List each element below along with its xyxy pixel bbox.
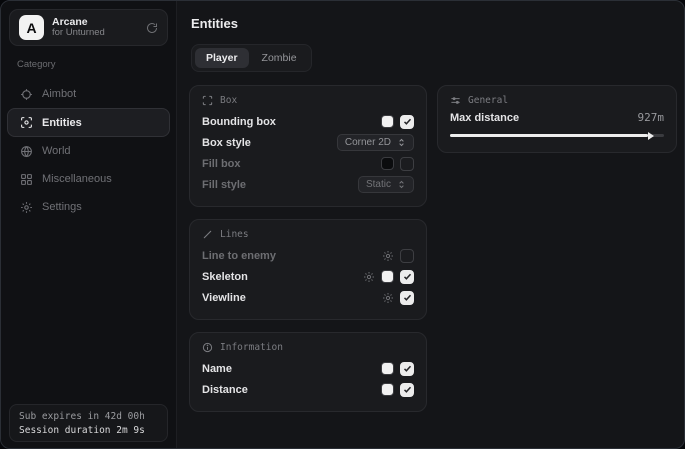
box-style-label: Box style [202,137,251,149]
information-panel: Information Name Distance [189,332,427,412]
bounding-box-color-swatch[interactable] [381,115,394,128]
fill-box-label: Fill box [202,158,241,170]
name-checkbox[interactable] [400,362,414,376]
tab-player[interactable]: Player [195,48,249,68]
crosshair-icon [20,88,33,101]
skeleton-row: Skeleton [202,266,414,287]
name-color-swatch[interactable] [381,362,394,375]
info-icon [202,342,213,353]
left-column: Box Bounding box Box style [189,85,427,412]
viewline-checkbox[interactable] [400,291,414,305]
distance-color-swatch[interactable] [381,383,394,396]
line-to-enemy-checkbox[interactable] [400,249,414,263]
sliders-icon [450,95,461,106]
sub-expires-text: Sub expires in 42d 00h [19,410,158,424]
brand-text: Arcane for Unturned [52,16,138,39]
viewline-settings-gear-icon[interactable] [382,292,394,304]
fill-style-dropdown[interactable]: Static [358,176,414,193]
panel-columns: Box Bounding box Box style [189,85,677,412]
sidebar-item-miscellaneous[interactable]: Miscellaneous [7,165,170,193]
unfold-icon [397,138,406,147]
brand-card[interactable]: A Arcane for Unturned [9,9,168,46]
distance-label: Distance [202,384,248,396]
box-panel-header: Box [202,95,414,106]
box-style-dropdown[interactable]: Corner 2D [337,134,414,151]
sync-icon[interactable] [146,22,158,34]
max-distance-row: Max distance 927m [450,111,664,124]
unfold-icon [397,180,406,189]
box-corners-icon [202,95,213,106]
bounding-box-row: Bounding box [202,111,414,132]
line-settings-gear-icon[interactable] [382,250,394,262]
sidebar-item-entities[interactable]: Entities [7,108,170,137]
fill-box-checkbox[interactable] [400,157,414,171]
lines-panel-title: Lines [220,229,249,240]
max-distance-value: 927m [638,111,665,124]
sidebar-item-settings[interactable]: Settings [7,193,170,221]
grid-icon [20,173,33,186]
fill-box-color-swatch[interactable] [381,157,394,170]
fill-box-row: Fill box [202,153,414,174]
page-title: Entities [191,16,677,31]
sidebar-item-label: Entities [42,117,82,129]
lines-panel: Lines Line to enemy [189,219,427,320]
tab-zombie[interactable]: Zombie [251,48,308,68]
globe-icon [20,145,33,158]
general-panel-title: General [468,95,508,106]
skeleton-checkbox[interactable] [400,270,414,284]
sidebar-nav: Aimbot Entities World [1,80,176,221]
bounding-box-checkbox[interactable] [400,115,414,129]
skeleton-settings-gear-icon[interactable] [363,271,375,283]
sidebar-item-world[interactable]: World [7,137,170,165]
max-distance-slider[interactable] [450,134,664,137]
fill-style-value: Static [366,179,391,190]
session-duration-text: Session duration 2m 9s [19,424,158,438]
general-panel-header: General [450,95,664,106]
line-icon [202,229,213,240]
lines-panel-header: Lines [202,229,414,240]
box-style-value: Corner 2D [345,137,391,148]
app-subtitle: for Unturned [52,28,138,39]
fill-style-label: Fill style [202,179,246,191]
distance-row: Distance [202,379,414,400]
main-content: Entities Player Zombie Box [177,1,685,448]
sidebar-item-aimbot[interactable]: Aimbot [7,80,170,108]
tab-bar: Player Zombie [191,44,312,72]
box-style-row: Box style Corner 2D [202,132,414,153]
right-column: General Max distance 927m [437,85,677,153]
app-window: A Arcane for Unturned Category Aimbot [0,0,685,449]
sidebar-item-label: Miscellaneous [42,173,112,185]
general-panel: General Max distance 927m [437,85,677,153]
skeleton-label: Skeleton [202,271,248,283]
box-panel-title: Box [220,95,237,106]
distance-checkbox[interactable] [400,383,414,397]
sidebar-item-label: World [42,145,71,157]
category-label: Category [17,59,176,70]
sidebar: A Arcane for Unturned Category Aimbot [1,1,177,448]
max-distance-label: Max distance [450,112,519,124]
bounding-box-label: Bounding box [202,116,276,128]
subscription-card: Sub expires in 42d 00h Session duration … [9,404,168,442]
information-panel-header: Information [202,342,414,353]
name-label: Name [202,363,232,375]
gear-icon [20,201,33,214]
scan-icon [20,116,33,129]
name-row: Name [202,358,414,379]
fill-style-row: Fill style Static [202,174,414,195]
viewline-row: Viewline [202,287,414,308]
information-panel-title: Information [220,342,283,353]
sidebar-item-label: Settings [42,201,82,213]
slider-fill [450,134,648,137]
line-to-enemy-label: Line to enemy [202,250,276,262]
skeleton-color-swatch[interactable] [381,270,394,283]
app-logo: A [19,15,44,40]
viewline-label: Viewline [202,292,246,304]
line-to-enemy-row: Line to enemy [202,245,414,266]
sidebar-item-label: Aimbot [42,88,76,100]
box-panel: Box Bounding box Box style [189,85,427,207]
